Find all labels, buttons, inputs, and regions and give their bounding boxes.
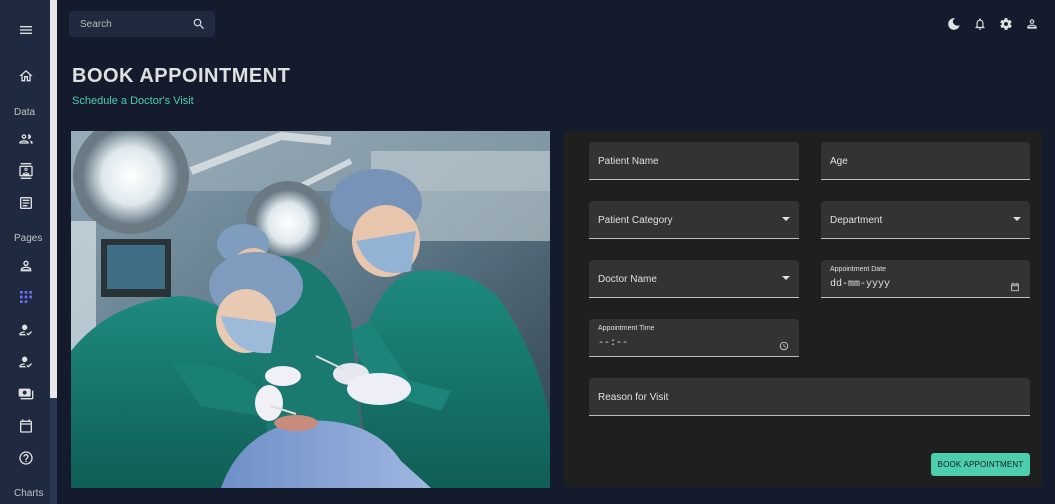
page-title: BOOK APPOINTMENT [72,65,291,87]
age-field[interactable]: Age [821,142,1030,180]
doctor-name-select[interactable]: Doctor Name [589,260,799,298]
sidebar-section-pages: Pages [14,233,43,244]
home-icon[interactable] [14,64,38,88]
payments-icon[interactable] [14,382,38,406]
dropdown-arrow-icon [1013,217,1021,221]
sidebar-section-data: Data [14,107,36,118]
invoices-icon[interactable] [14,191,38,215]
person-icon[interactable] [14,254,38,278]
settings-icon[interactable] [996,14,1016,34]
calendar-icon[interactable] [14,414,38,438]
hamburger-menu-icon[interactable] [14,18,38,42]
dropdown-arrow-icon [782,276,790,280]
patient-category-label: Patient Category [598,215,673,226]
person-verified-icon[interactable] [14,350,38,374]
appointment-form: Patient Name Age Patient Category Depart… [564,131,1042,487]
patient-name-label: Patient Name [598,156,659,167]
surgery-photo [71,131,550,488]
page-subtitle: Schedule a Doctor's Visit [72,95,194,107]
doctor-name-label: Doctor Name [598,274,657,285]
appointment-date-value: dd-mm-yyyy [830,279,891,290]
appointment-time-value: --:-- [598,338,629,349]
search-icon[interactable] [187,12,211,36]
reason-for-visit-field[interactable]: Reason for Visit [589,378,1030,416]
search-input[interactable] [69,18,187,30]
contacts-icon[interactable] [14,159,38,183]
sidebar-scrollbar-thumb[interactable] [50,0,57,398]
team-icon[interactable] [14,127,38,151]
sidebar-scrollbar[interactable] [50,0,57,504]
department-label: Department [830,215,883,226]
calendar-grid-icon[interactable] [14,285,38,309]
appointment-time-field[interactable]: Appointment Time --:-- [589,319,799,357]
reason-for-visit-label: Reason for Visit [598,392,669,403]
person-check-icon[interactable] [14,318,38,342]
book-appointment-button[interactable]: BOOK APPOINTMENT [931,453,1030,476]
search-box [69,11,215,37]
patient-category-select[interactable]: Patient Category [589,201,799,239]
help-icon[interactable] [14,446,38,470]
notifications-icon[interactable] [970,14,990,34]
sidebar-section-charts: Charts [14,488,44,499]
patient-name-field[interactable]: Patient Name [589,142,799,180]
appointment-date-label: Appointment Date [830,266,887,273]
department-select[interactable]: Department [821,201,1030,239]
calendar-picker-icon[interactable] [1010,279,1020,292]
sidebar: Data Pages Charts [0,0,57,504]
clock-icon[interactable] [779,338,789,351]
user-profile-icon[interactable] [1022,14,1042,34]
dropdown-arrow-icon [782,217,790,221]
appointment-date-field[interactable]: Appointment Date dd-mm-yyyy [821,260,1030,298]
dark-mode-icon[interactable] [944,14,964,34]
age-label: Age [830,156,848,167]
appointment-time-label: Appointment Time [598,325,655,332]
